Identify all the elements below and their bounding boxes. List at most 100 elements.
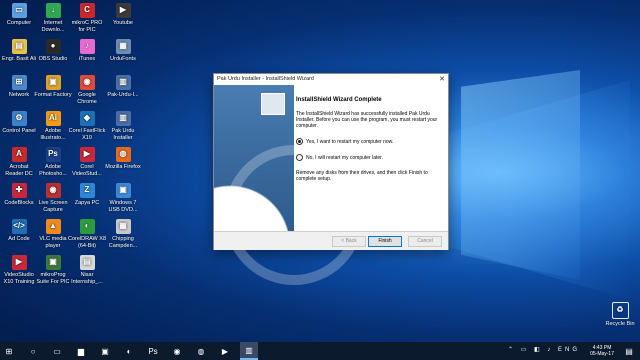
desktop-icon-label: Computer (6, 20, 32, 26)
finish-button[interactable]: Finish (368, 236, 402, 247)
radio-restart-now[interactable] (296, 138, 303, 145)
system-tray-icons[interactable]: ⌃ ▭ ◧ ♪ ENG (508, 346, 580, 353)
desktop-icon-label: Nisar Internship_... (71, 272, 103, 285)
desktop-icon[interactable]: ▥ Pak-Urdu-I... (104, 75, 142, 99)
desktop-icon[interactable]: ▣ Format Factory (34, 75, 72, 99)
clock[interactable]: 4:43 PM 05-May-17 (590, 345, 614, 357)
store-icon[interactable]: ▣ (96, 342, 114, 360)
desktop-icon[interactable]: ▶ Corel VideoStud... (68, 147, 106, 177)
recycle-bin-label: Recycle Bin (605, 321, 635, 327)
restart-later-label: No, I will restart my computer later. (306, 154, 383, 161)
desktop-icon-graphic: ● (45, 39, 61, 54)
wizard-note: Remove any disks from their drives, and … (296, 170, 428, 182)
desktop-icon-label: Ad Code (8, 236, 30, 242)
radio-restart-later[interactable] (296, 154, 303, 161)
start-button[interactable]: ⊞ (0, 342, 18, 360)
installshield-dialog[interactable]: Pak Urdu Installer - InstallShield Wizar… (213, 73, 449, 285)
desktop-icon-label: Mozilla Firefox (105, 164, 141, 170)
photoshop-icon[interactable]: Ps (144, 342, 162, 360)
desktop-icon[interactable]: ▣ Windows 7 USB DVD... (104, 183, 142, 213)
desktop-icon[interactable]: ▶ Youtube (104, 3, 142, 27)
restart-now-option[interactable]: Yes, I want to restart my computer now. (296, 138, 444, 145)
desktop-icon-label: Zapya PC (74, 200, 100, 206)
desktop-icon-graphic: ✚ (11, 183, 27, 198)
desktop-icon[interactable]: ⚙ Control Panel (0, 111, 38, 135)
task-view-icon[interactable]: ▭ (48, 342, 66, 360)
desktop-icon-label: UrduFonts (110, 56, 136, 62)
desktop-icon[interactable]: Ai Adobe Illustrato... (34, 111, 72, 141)
desktop-icon[interactable]: ⊞ Network (0, 75, 38, 99)
desktop-icon-graphic: ⚙ (11, 111, 27, 126)
desktop-icon-graphic: ▶ (11, 255, 27, 270)
desktop-icon-label: Format Factory (34, 92, 72, 98)
wizard-heading: InstallShield Wizard Complete (296, 97, 382, 103)
desktop-icon[interactable]: ◍ Mozilla Firefox (104, 147, 142, 171)
file-explorer-icon[interactable]: ▆ (72, 342, 90, 360)
desktop-icon-label: VLC media player (39, 236, 67, 249)
desktop-icon-label: Acrobat Reader DC (5, 164, 33, 177)
search-icon[interactable]: ○ (24, 342, 42, 360)
desktop-icon[interactable]: CmikroC PRO for PIC (68, 3, 106, 33)
wizard-body: InstallShield Wizard Complete The Instal… (214, 85, 448, 285)
desktop-icon[interactable]: ▭ Computer (0, 3, 38, 27)
chrome-icon[interactable]: ◉ (168, 342, 186, 360)
desktop-icon[interactable]: ◐ CorelDRAW X8 (64-Bit) (68, 219, 106, 249)
desktop-icon-label: Youtube (113, 20, 133, 26)
desktop-icon[interactable]: ▦ UrduFonts (104, 39, 142, 63)
cancel-button[interactable]: Cancel (408, 236, 442, 247)
desktop-icon[interactable]: ♪ iTunes (68, 39, 106, 63)
desktop-icon[interactable]: ▦ Chipping Campden... (104, 219, 142, 249)
desktop-icon-graphic: ↓ (45, 3, 61, 18)
close-icon[interactable]: ✕ (439, 74, 445, 85)
desktop-icon-graphic: ▲ (45, 219, 61, 234)
desktop-icon-graphic: ◆ (79, 111, 95, 126)
desktop-icon-graphic: ▣ (45, 75, 61, 90)
desktop-icon[interactable]: ◉ Live Screen Capture (34, 183, 72, 213)
desktop-icon[interactable]: ◆ Corel FastFlick X10 (68, 111, 106, 141)
installer-taskbar-icon[interactable]: ▥ (240, 342, 258, 360)
desktop-icon[interactable]: ● OBS Studio (34, 39, 72, 63)
desktop-icon[interactable]: </> Ad Code (0, 219, 38, 243)
desktop-icon-label: Control Panel (2, 128, 36, 134)
back-button[interactable]: < Back (332, 236, 366, 247)
desktop-icon-label: CorelDRAW X8 (64-Bit) (68, 236, 106, 249)
desktop-icon-label: Google Chrome (77, 92, 97, 105)
desktop-icon[interactable]: ▲ VLC media player (34, 219, 72, 249)
desktop-icon-graphic: ▦ (115, 219, 131, 234)
desktop-icon[interactable]: ▥ Pak Urdu Installer (104, 111, 142, 141)
recycle-bin[interactable]: ♻ Recycle Bin (601, 302, 639, 328)
desktop-icon[interactable]: ◉ Google Chrome (68, 75, 106, 105)
desktop-icon[interactable]: ▤ Nisar Internship_... (68, 255, 106, 285)
desktop-icon[interactable]: ↓ Internet Downlo... (34, 3, 72, 33)
desktop-icon-graphic: Ai (45, 111, 61, 126)
desktop-icon[interactable]: ▶ VideoStudio X10 Training (0, 255, 38, 285)
media-icon[interactable]: ▶ (216, 342, 234, 360)
desktop-icon-graphic: ▦ (115, 39, 131, 54)
corel-icon[interactable]: ◐ (120, 342, 138, 360)
wallpaper-window-right (461, 70, 580, 280)
desktop-icon[interactable]: A Acrobat Reader DC (0, 147, 38, 177)
desktop-icon-label: OBS Studio (38, 56, 68, 62)
dialog-titlebar[interactable]: Pak Urdu Installer - InstallShield Wizar… (214, 74, 448, 85)
notifications-icon[interactable]: ▤ (620, 342, 638, 360)
desktop-icon-graphic: ▭ (11, 3, 27, 18)
dialog-title: Pak Urdu Installer - InstallShield Wizar… (217, 76, 314, 82)
desktop-icon-label: Engr. Basit Ali (2, 56, 36, 62)
desktop-icon[interactable]: ▤ Engr. Basit Ali (0, 39, 38, 63)
desktop-icon-graphic: ▥ (115, 75, 131, 90)
desktop-icon-graphic: ▶ (115, 3, 131, 18)
desktop-icon-graphic: ⊞ (11, 75, 27, 90)
desktop-icon-label: Windows 7 USB DVD... (108, 200, 138, 213)
desktop-icon-label: Internet Downlo... (41, 20, 65, 33)
desktop-icon-graphic: ◉ (79, 75, 95, 90)
dialog-footer: < Back Finish Cancel (214, 231, 448, 250)
desktop-icon[interactable]: ✚ CodeBlocks (0, 183, 38, 207)
restart-later-option[interactable]: No, I will restart my computer later. (296, 154, 444, 161)
wizard-side-panel (214, 85, 364, 285)
desktop-icon[interactable]: Z Zapya PC (68, 183, 106, 207)
desktop-icon[interactable]: ▣ mikroProg Suite For PIC (34, 255, 72, 285)
desktop-icon-label: Adobe Illustrato... (40, 128, 66, 141)
firefox-icon[interactable]: ◍ (192, 342, 210, 360)
desktop-icon[interactable]: Ps Adobe Photosho... (34, 147, 72, 177)
desktop-icon-label: Adobe Photosho... (39, 164, 67, 177)
